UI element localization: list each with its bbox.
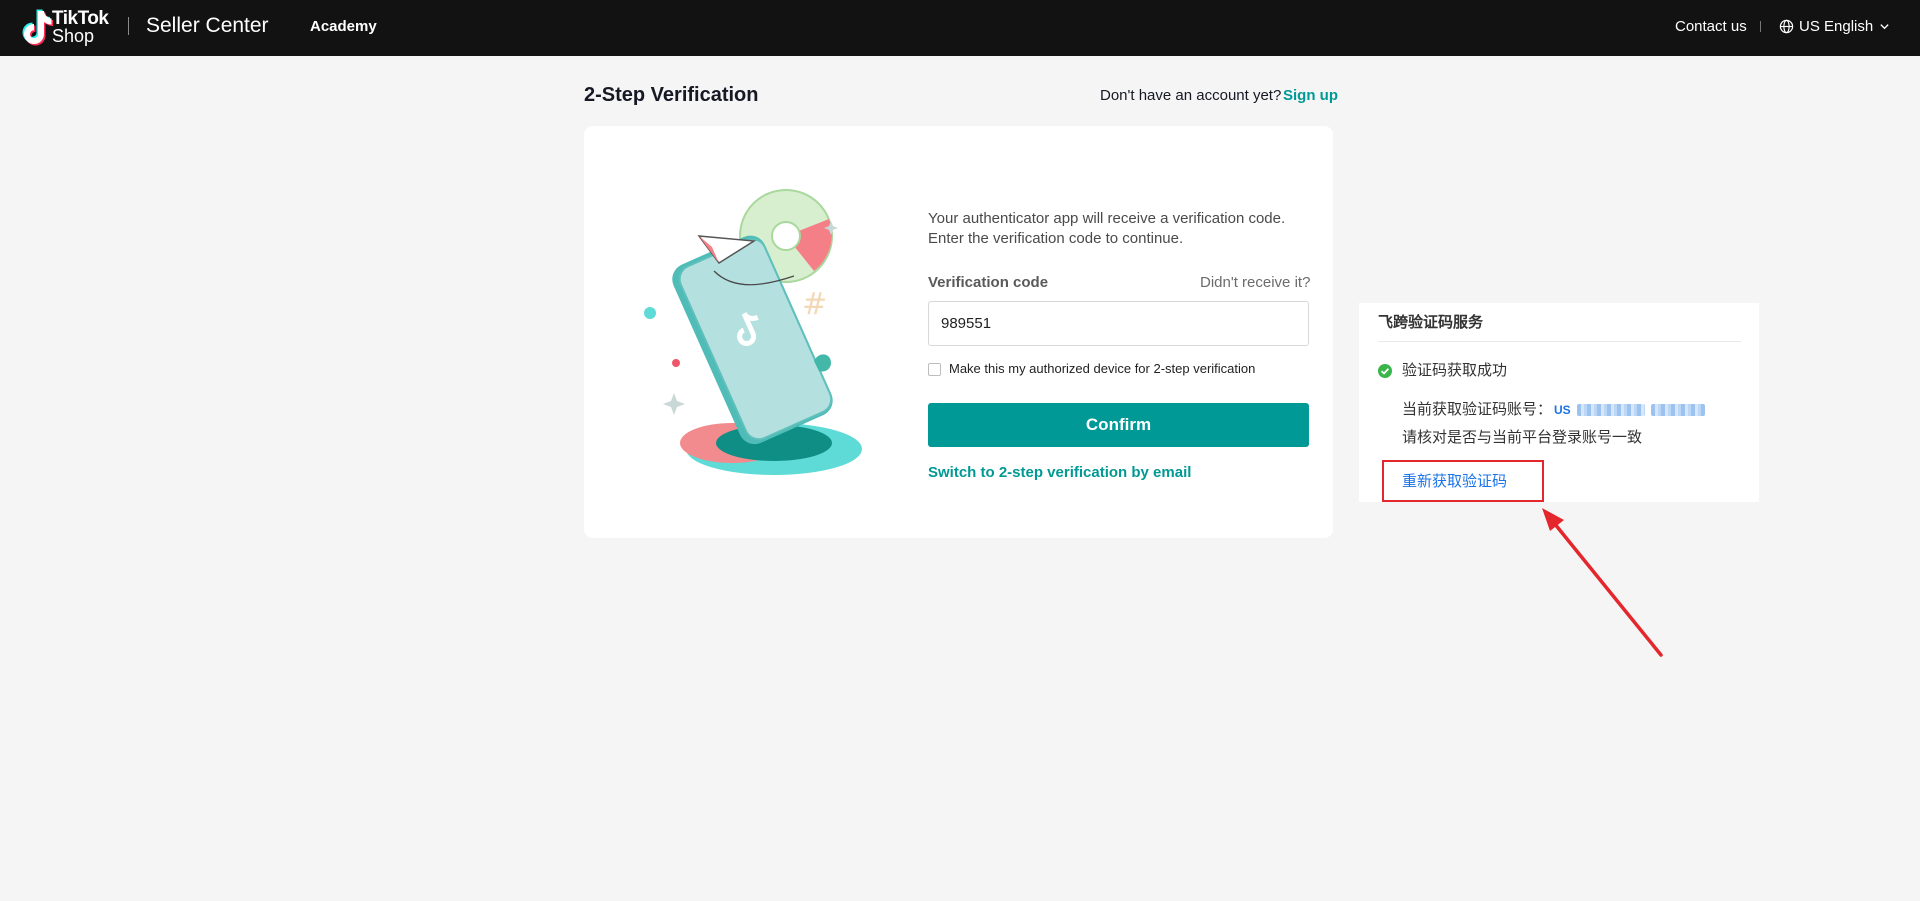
verification-code-label: Verification code	[928, 274, 1049, 291]
no-account-text: Don't have an account yet?	[1100, 87, 1282, 104]
panel-divider	[1378, 341, 1741, 342]
account-masked-2	[1650, 404, 1705, 416]
account-row: 当前获取验证码账号： US	[1402, 401, 1705, 419]
success-text: 验证码获取成功	[1402, 362, 1508, 379]
instruction-line-1: Your authenticator app will receive a ve…	[928, 210, 1286, 227]
account-prefix: US	[1554, 403, 1571, 417]
check-circle-icon	[1378, 364, 1392, 378]
language-label: US English	[1799, 17, 1874, 35]
svg-text:#: #	[802, 287, 827, 322]
brand-shop-text: Shop	[52, 26, 95, 46]
chevron-down-icon	[1880, 23, 1889, 29]
phone-verification-illustration: #	[644, 189, 862, 475]
authorized-device-checkbox[interactable]	[928, 362, 941, 376]
globe-icon	[1779, 19, 1794, 33]
account-label: 当前获取验证码账号：	[1402, 401, 1553, 418]
contact-us-link[interactable]: Contact us	[1675, 18, 1747, 36]
switch-to-email-link[interactable]: Switch to 2-step verification by email	[928, 464, 1191, 482]
instruction-text: Your authenticator app will receive a ve…	[928, 209, 1318, 249]
product-name: Seller Center	[146, 14, 269, 37]
instruction-line-2: Enter the verification code to continue.	[928, 230, 1184, 247]
panel-title: 飞跨验证码服务	[1378, 314, 1484, 331]
didnt-receive-link[interactable]: Didn't receive it?	[1200, 274, 1310, 292]
nav-divider	[1760, 21, 1761, 32]
annotation-highlight-box	[1382, 460, 1544, 502]
language-selector[interactable]: US English	[1779, 16, 1890, 36]
tiktok-logo-icon[interactable]	[14, 7, 56, 49]
annotation-arrow	[1542, 508, 1663, 657]
verification-card: # Your authenticator app will receive a …	[584, 126, 1333, 538]
verification-code-input[interactable]	[928, 301, 1309, 346]
success-status: 验证码获取成功	[1378, 362, 1507, 380]
page-title: 2-Step Verification	[584, 84, 759, 106]
top-navigation-bar: TikTok Shop Seller Center Academy Contac…	[0, 0, 1920, 56]
account-masked	[1576, 404, 1645, 416]
authorized-device-label: Make this my authorized device for 2-ste…	[949, 361, 1256, 376]
verify-note: 请核对是否与当前平台登录账号一致	[1402, 429, 1643, 446]
confirm-button[interactable]: Confirm	[928, 403, 1309, 447]
authorized-device-option: Make this my authorized device for 2-ste…	[928, 361, 1255, 377]
brand-divider	[128, 17, 129, 35]
nav-academy-link[interactable]: Academy	[310, 18, 377, 36]
sign-up-link[interactable]: Sign up	[1283, 87, 1338, 105]
